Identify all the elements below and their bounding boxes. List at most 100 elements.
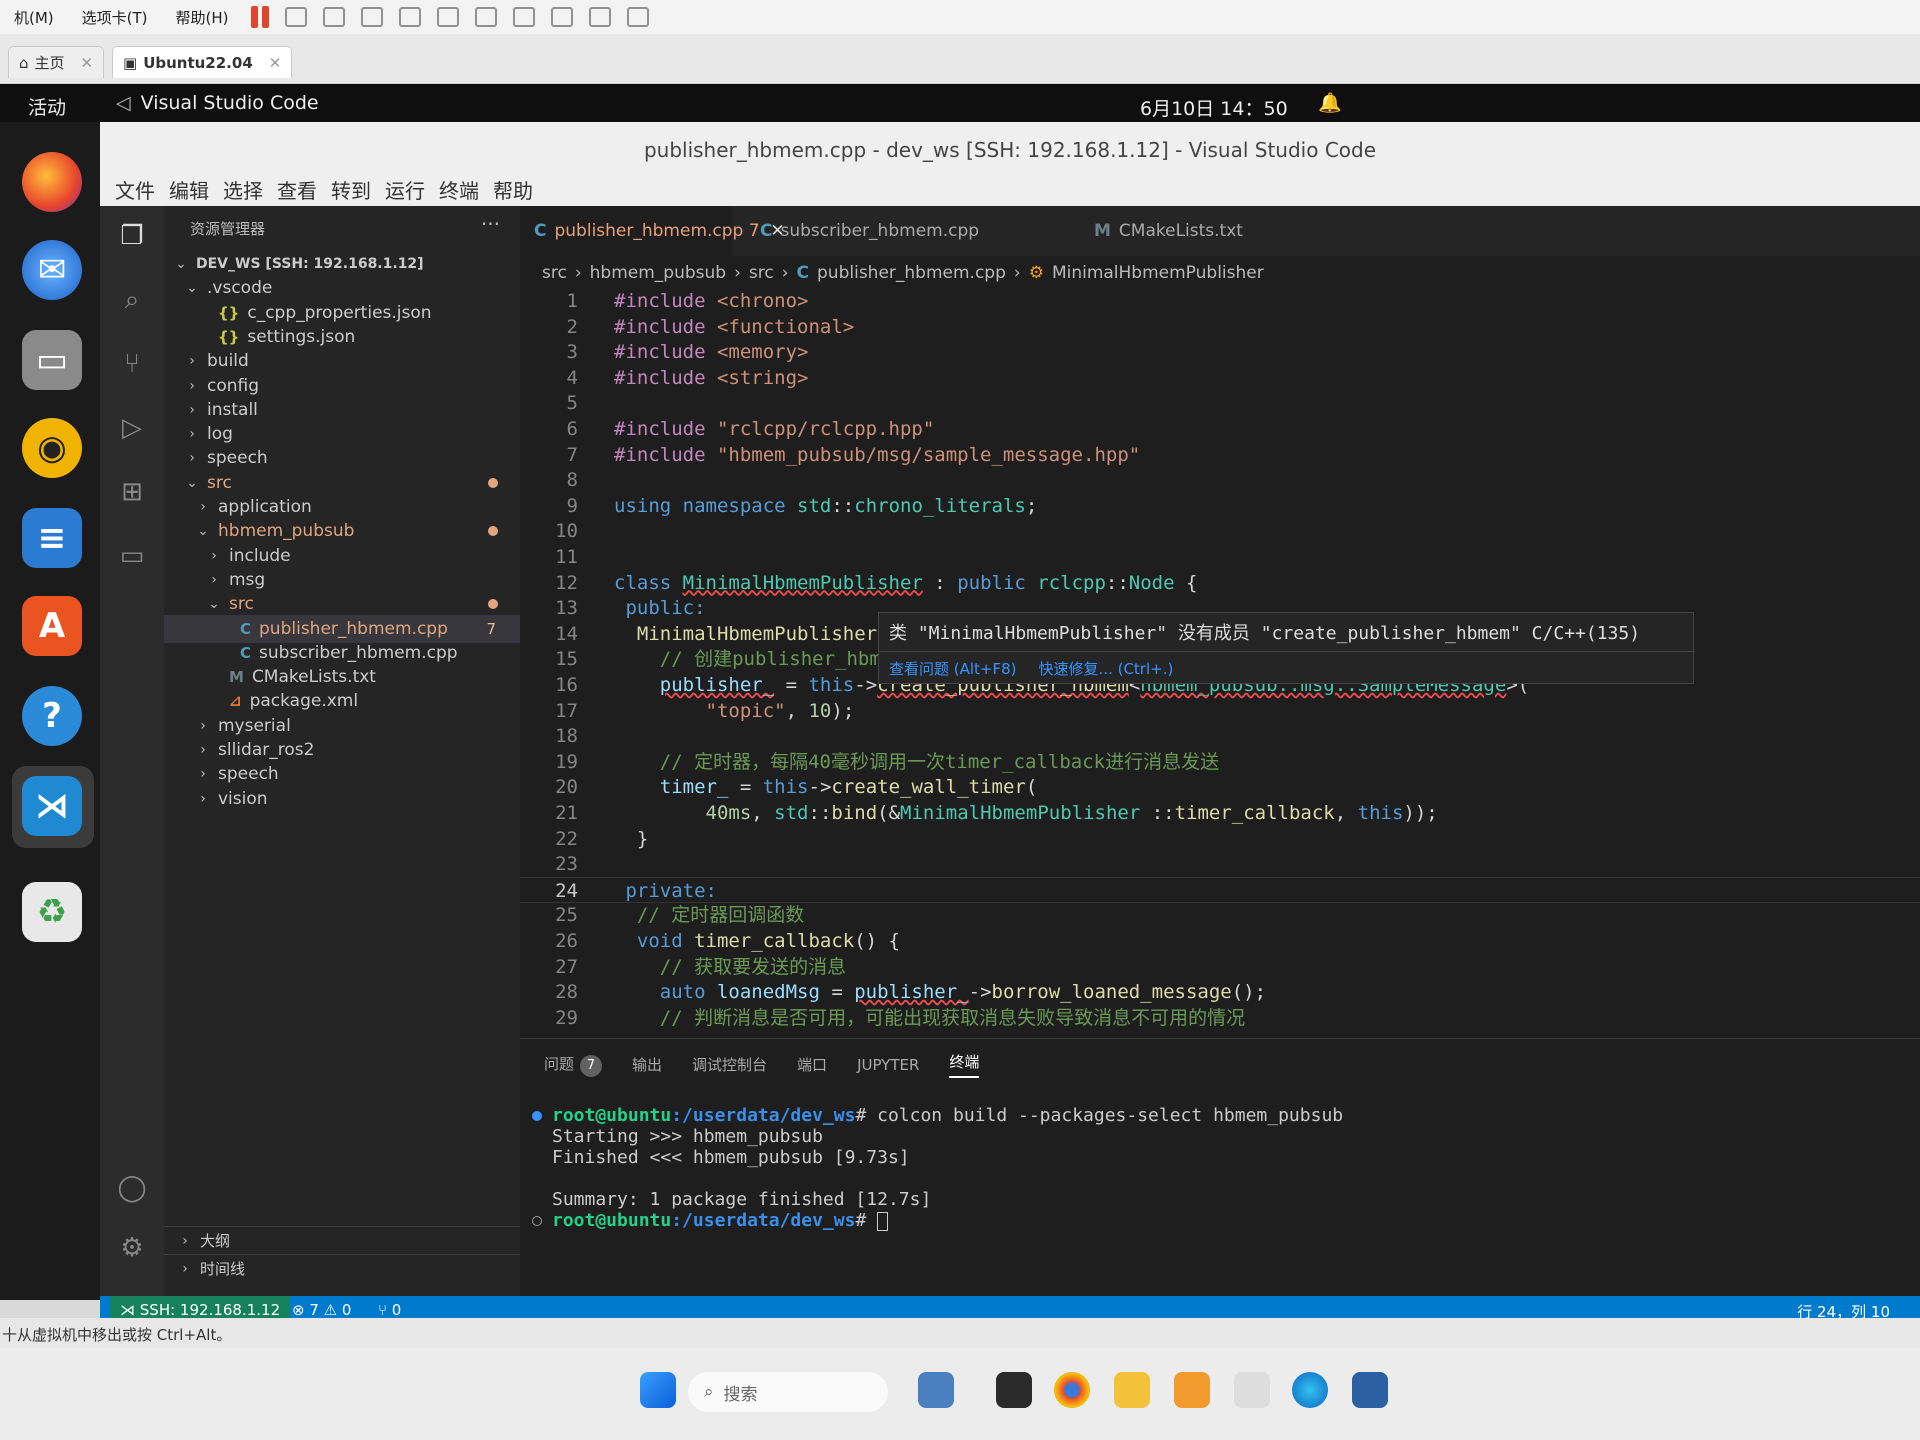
menu-view[interactable]: 查看: [270, 175, 324, 204]
menu-file[interactable]: 文件: [108, 175, 162, 204]
revert-icon[interactable]: [360, 7, 383, 27]
more-actions-icon[interactable]: ···: [481, 212, 500, 236]
rhythmbox-icon[interactable]: ◉: [22, 418, 82, 478]
send-keys-icon[interactable]: [284, 7, 307, 27]
taskbar-search[interactable]: ⌕ 搜索: [688, 1372, 888, 1412]
outline-section[interactable]: › 大纲: [164, 1226, 520, 1254]
tab-debug-console[interactable]: 调试控制台: [692, 1054, 767, 1075]
timeline-section[interactable]: › 时间线: [164, 1254, 520, 1282]
code-token: this: [1357, 802, 1404, 824]
explorer-icon[interactable]: ❐: [116, 220, 148, 252]
app-icon[interactable]: [918, 1372, 954, 1408]
writer-icon[interactable]: ≡: [22, 508, 82, 568]
breadcrumb-item[interactable]: src: [749, 263, 774, 283]
chrome-icon[interactable]: [1054, 1372, 1090, 1408]
stretch-icon[interactable]: [626, 7, 649, 27]
breadcrumb-item[interactable]: hbmem_pubsub: [590, 263, 726, 283]
code-line: 19 // 定时器，每隔40毫秒调用一次timer_callback进行消息发送: [520, 749, 1920, 775]
app-icon[interactable]: [1174, 1372, 1210, 1408]
line-number: 3: [566, 341, 578, 364]
source-control-icon[interactable]: ⑂: [116, 348, 148, 380]
tab-cmakelists[interactable]: M CMakeLists.txt: [1080, 206, 1257, 256]
thunderbird-icon[interactable]: ✉: [22, 240, 82, 300]
remote-explorer-icon[interactable]: ▭: [116, 540, 148, 572]
code-text: class MinimalHbmemPublisher : public rcl…: [614, 570, 1197, 596]
help-icon[interactable]: ?: [22, 686, 82, 746]
clock[interactable]: 6月10日 14：50: [1140, 94, 1288, 121]
menu-edit[interactable]: 编辑: [162, 175, 216, 204]
code-token: // 创建publisher_hbm: [614, 648, 881, 671]
tab-jupyter[interactable]: JUPYTER: [857, 1056, 919, 1074]
tree-item[interactable]: › vision: [164, 785, 520, 813]
console-icon[interactable]: [588, 7, 611, 27]
menu-terminal[interactable]: 终端: [432, 175, 486, 204]
breadcrumb-item[interactable]: publisher_hbmem.cpp: [817, 263, 1006, 283]
menu-run[interactable]: 运行: [378, 175, 432, 204]
quick-fix-link[interactable]: 快速修复... (Ctrl+.): [1039, 658, 1174, 679]
tab-output[interactable]: 输出: [632, 1054, 662, 1075]
close-icon[interactable]: ✕: [81, 54, 94, 72]
code-token: borrow_loaned_message: [991, 981, 1232, 1004]
menu-go[interactable]: 转到: [324, 175, 378, 204]
snapshot-icon[interactable]: [322, 7, 345, 27]
vm-menu-help[interactable]: 帮助(H): [162, 7, 243, 28]
vmware-tabs: ⌂ 主页 ✕ ▣ Ubuntu22.04 ✕: [0, 34, 1920, 84]
breadcrumb-item[interactable]: src: [542, 263, 567, 283]
tab-subscriber[interactable]: Csubscriber_hbmem.cpp: [746, 206, 993, 256]
line-number: 8: [566, 469, 578, 492]
files-icon[interactable]: ▭: [22, 330, 82, 390]
code-token: <functional>: [716, 315, 855, 338]
menu-selection[interactable]: 选择: [216, 175, 270, 204]
typora-icon[interactable]: [1234, 1372, 1270, 1408]
vmware-icon[interactable]: [1352, 1372, 1388, 1408]
view-problem-link[interactable]: 查看问题 (Alt+F8): [889, 658, 1017, 679]
file-explorer-icon[interactable]: [1114, 1372, 1150, 1408]
tab-terminal[interactable]: 终端: [949, 1051, 980, 1078]
tree-item-label: include: [229, 545, 291, 566]
vm-tab-home[interactable]: ⌂ 主页 ✕: [8, 46, 105, 78]
vm-tab-ubuntu[interactable]: ▣ Ubuntu22.04 ✕: [112, 46, 293, 78]
firefox-icon[interactable]: [22, 152, 82, 212]
settings-gear-icon[interactable]: ⚙: [116, 1232, 148, 1264]
vscode-dock-icon[interactable]: ⋊: [22, 776, 82, 836]
tab-publisher[interactable]: Cpublisher_hbmem.cpp 7 ✕: [520, 206, 785, 256]
terminal[interactable]: root@ubuntu:/userdata/dev_ws# colcon bui…: [530, 1105, 1343, 1231]
tab-problems[interactable]: 问题 7: [544, 1053, 603, 1077]
close-icon[interactable]: ✕: [269, 54, 282, 72]
code-line: 23: [520, 851, 1920, 877]
sidebar-toggle-icon[interactable]: [436, 7, 459, 27]
bell-icon[interactable]: 🔔: [1318, 91, 1342, 114]
thumbnail-icon[interactable]: [474, 7, 497, 27]
code-line: 4 #include <string>: [520, 365, 1920, 391]
fullscreen-icon[interactable]: [512, 7, 535, 27]
software-icon[interactable]: A: [22, 596, 82, 656]
activities-button[interactable]: 活动: [28, 93, 66, 120]
pause-icon[interactable]: [250, 6, 269, 28]
code-text: #include <chrono>: [614, 290, 808, 314]
prompt-user: root@ubuntu: [552, 1210, 672, 1231]
chevron-right-icon: ›: [200, 742, 206, 758]
manage-snapshot-icon[interactable]: [398, 7, 421, 27]
tab-ports[interactable]: 端口: [797, 1054, 827, 1075]
app-menu[interactable]: ◁ Visual Studio Code: [116, 92, 319, 114]
ports-indicator[interactable]: ⑂ 0: [378, 1301, 401, 1319]
app-icon[interactable]: [996, 1372, 1032, 1408]
windows-start-icon[interactable]: [640, 1372, 676, 1408]
cpp-file-icon: C: [534, 221, 547, 241]
run-debug-icon[interactable]: ▷: [116, 412, 148, 444]
vm-menu-machine[interactable]: 机(M): [0, 7, 68, 28]
account-icon[interactable]: ◯: [116, 1172, 148, 1204]
chevron-down-icon: ⌄: [208, 596, 220, 613]
chevron-right-icon: ›: [182, 1232, 188, 1249]
vm-menu-tabs[interactable]: 选项卡(T): [68, 7, 162, 28]
search-icon[interactable]: ⌕: [116, 284, 148, 316]
chevron-right-icon: ›: [189, 401, 195, 418]
unity-icon[interactable]: [550, 7, 573, 27]
problems-indicator[interactable]: ⊗ 7 ⚠ 0: [292, 1301, 351, 1319]
breadcrumb-item[interactable]: MinimalHbmemPublisher: [1052, 263, 1264, 283]
extensions-icon[interactable]: ⊞: [116, 476, 148, 508]
edge-icon[interactable]: [1292, 1372, 1328, 1408]
trash-icon[interactable]: ♻: [22, 882, 82, 942]
menu-help[interactable]: 帮助: [486, 175, 540, 204]
